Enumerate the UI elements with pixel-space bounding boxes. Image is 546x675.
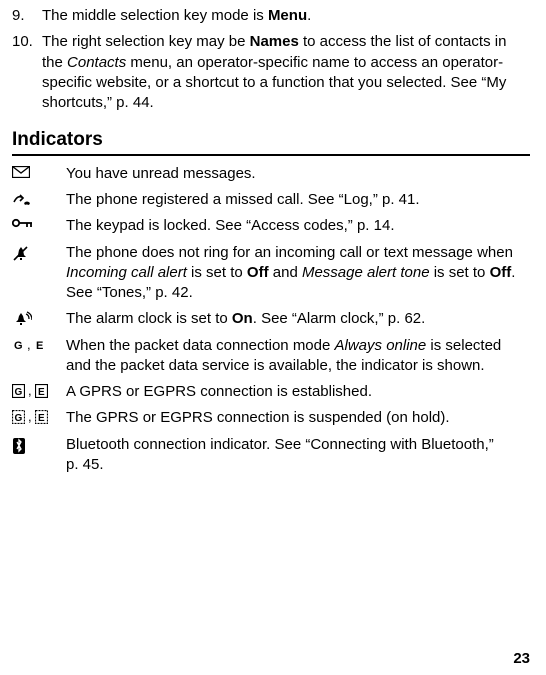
key-icon [12,216,52,236]
list-number: 10. [12,32,34,113]
indicator-alarm: The alarm clock is set to On. See “Alarm… [12,309,530,329]
list-body: The middle selection key mode is Menu. [42,6,530,26]
indicator-gprs-established: G , E A GPRS or EGPRS connection is esta… [12,382,530,402]
list-item-10: 10. The right selection key may be Names… [12,32,530,113]
list-body: The right selection key may be Names to … [42,32,530,113]
text-italic: Incoming call alert [66,264,187,281]
indicator-gprs-suspended: G , E The GPRS or EGPRS connection is su… [12,408,530,428]
indicator-desc: You have unread messages. [66,164,530,184]
list-number: 9. [12,6,34,26]
indicator-desc: A GPRS or EGPRS connection is establishe… [66,382,530,402]
packet-data-icon: G , E [12,336,52,377]
text: The middle selection key mode is [42,7,268,24]
indicator-desc: When the packet data connection mode Alw… [66,336,530,377]
text-bold: On [232,310,253,327]
gprs-established-icon: G , E [12,382,52,402]
indicator-missed-call: The phone registered a missed call. See … [12,190,530,210]
indicator-desc: Bluetooth connection indicator. See “Con… [66,435,530,476]
alarm-icon [12,309,52,329]
indicator-desc: The alarm clock is set to On. See “Alarm… [66,309,530,329]
section-heading-indicators: Indicators [12,127,530,156]
text: and [269,264,302,281]
gprs-suspended-icon: G , E [12,408,52,428]
svg-text:E: E [38,413,45,424]
text: . [307,7,311,24]
svg-text:E: E [36,340,43,352]
text-bold: Off [490,264,512,281]
text-bold: Menu [268,7,307,24]
missed-call-icon [12,190,52,210]
indicator-bluetooth: Bluetooth connection indicator. See “Con… [12,435,530,476]
indicator-desc: The phone does not ring for an incoming … [66,243,530,304]
comma: , [28,384,32,398]
indicator-packet-data: G , E When the packet data connection mo… [12,336,530,377]
text: The right selection key may be [42,33,250,50]
text-italic: Message alert tone [302,264,430,281]
text: . See “Alarm clock,” p. 62. [253,310,426,327]
svg-text:G: G [15,413,23,424]
indicator-desc: The phone registered a missed call. See … [66,190,530,210]
silent-icon [12,243,52,304]
svg-text:G: G [15,387,23,398]
indicator-silent: The phone does not ring for an incoming … [12,243,530,304]
text: is set to [430,264,490,281]
text: When the packet data connection mode [66,337,335,354]
list-item-9: 9. The middle selection key mode is Menu… [12,6,530,26]
page-number: 23 [513,649,530,669]
bluetooth-icon [12,435,52,476]
svg-text:G: G [14,340,23,352]
indicator-desc: The GPRS or EGPRS connection is suspende… [66,408,530,428]
envelope-icon [12,164,52,184]
text-italic: Always online [335,337,427,354]
text: is set to [187,264,247,281]
text: The alarm clock is set to [66,310,232,327]
indicator-unread: You have unread messages. [12,164,530,184]
comma: , [27,338,31,352]
text: The phone does not ring for an incoming … [66,244,513,261]
text-bold: Off [247,264,269,281]
indicator-desc: The keypad is locked. See “Access codes,… [66,216,530,236]
text-italic: Contacts [67,54,126,71]
text-bold: Names [250,33,299,50]
indicator-locked: The keypad is locked. See “Access codes,… [12,216,530,236]
comma: , [28,410,32,424]
svg-text:E: E [38,387,45,398]
